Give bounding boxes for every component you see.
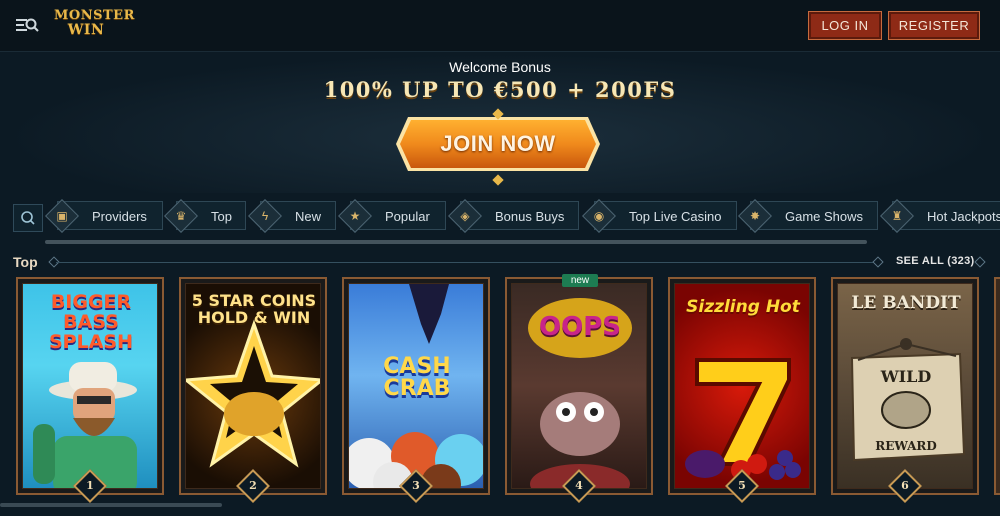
filter-chip-hot-jackpots[interactable]: ♜ Hot Jackpots [880,199,1000,233]
chip-label: Game Shows [785,209,864,224]
lightning-icon: ϟ [248,199,282,233]
game-thumbnail: BIGGER BASS SPLASH [22,283,158,489]
new-badge: new [562,274,598,287]
logo-line-2: WIN [67,22,105,38]
filter-chip-new[interactable]: ϟ New [248,199,336,233]
game-thumbnail: WILD REWARD LE BANDIT [837,283,973,489]
filter-chip-providers[interactable]: ▣ Providers [45,199,163,233]
game-thumbnail: 5 STAR COINS HOLD & WIN [185,283,321,489]
join-now-button[interactable]: JOIN NOW [394,115,602,173]
game-card-le-bandit[interactable]: WILD REWARD LE BANDIT [831,277,979,495]
chip-label: New [295,209,322,224]
see-all-link[interactable]: SEE ALL (323) [896,255,974,267]
logo-line-1: MONSTER [54,8,135,23]
svg-text:WILD: WILD [880,367,932,386]
section-divider [56,262,874,263]
chip-label: Top [211,209,232,224]
register-button[interactable]: REGISTER [888,11,980,40]
filter-chip-top-live-casino[interactable]: ◉ Top Live Casino [582,199,737,233]
game-title: CASH CRAB [383,354,451,401]
game-card-oops[interactable]: OOPS [505,277,653,495]
game-card-5-star-coins[interactable]: 5 STAR COINS HOLD & WIN [179,277,327,495]
game-thumbnail: Sizzling Hot [674,283,810,489]
wanted-poster-illustration: WILD REWARD [850,338,966,462]
filter-chip-bonus-buys[interactable]: ◈ Bonus Buys [448,199,579,233]
game-title: LE BANDIT [851,293,961,313]
monster-win-logo[interactable]: MONSTER WIN [54,8,135,42]
join-now-label: JOIN NOW [440,131,556,156]
chip-icon: ◉ [582,199,616,233]
filter-chip-top[interactable]: ♛ Top [164,199,246,233]
game-title: 5 STAR COINS HOLD & WIN [191,291,317,327]
filter-chip-game-shows[interactable]: ✸ Game Shows [738,199,878,233]
chip-label: Providers [92,209,147,224]
chip-label: Bonus Buys [495,209,565,224]
crown-icon: ♛ [164,199,198,233]
welcome-bonus-label: Welcome Bonus [449,59,551,75]
box-icon: ▣ [45,199,79,233]
chip-label: Hot Jackpots [927,209,1000,224]
svg-text:REWARD: REWARD [875,439,937,453]
sparkle-icon: ✸ [738,199,772,233]
see-all-ornament [974,256,986,268]
top-header: MONSTER WIN LOG IN REGISTER [0,0,1000,52]
filter-scrollbar[interactable] [45,240,867,244]
search-icon [21,211,35,225]
chip-label: Popular [385,209,430,224]
game-card-sizzling-hot[interactable]: Sizzling Hot [668,277,816,495]
game-title: Sizzling Hot [686,297,800,317]
category-filter-bar: ▣ Providers ♛ Top ϟ New ★ Popular ◈ Bonu… [0,198,1000,234]
star-icon: ★ [338,199,372,233]
game-card-bigger-bass-splash[interactable]: BIGGER BASS SPLASH [16,277,164,495]
bonus-offer-text: 100% UP TO €500 + 200FS [323,77,677,102]
bell-icon: ♜ [880,199,914,233]
chip-label: Top Live Casino [629,209,722,224]
game-search-button[interactable] [13,204,43,232]
game-thumbnail: OOPS [511,283,647,489]
filter-chip-popular[interactable]: ★ Popular [338,199,446,233]
game-card-cash-crab[interactable]: CASH CRAB [342,277,490,495]
cube-icon: ◈ [448,199,482,233]
login-button[interactable]: LOG IN [808,11,882,40]
game-title: BIGGER BASS SPLASH [48,291,133,353]
menu-search-icon[interactable] [14,14,40,36]
section-title: Top [13,254,38,270]
welcome-bonus-banner: Welcome Bonus 100% UP TO €500 + 200FS JO… [0,53,1000,193]
section-divider-end [872,256,884,268]
game-title: OOPS [539,312,621,342]
horizontal-scrollbar[interactable] [0,503,222,507]
game-card-partial[interactable] [994,277,1000,495]
game-thumbnail: CASH CRAB [348,283,484,489]
